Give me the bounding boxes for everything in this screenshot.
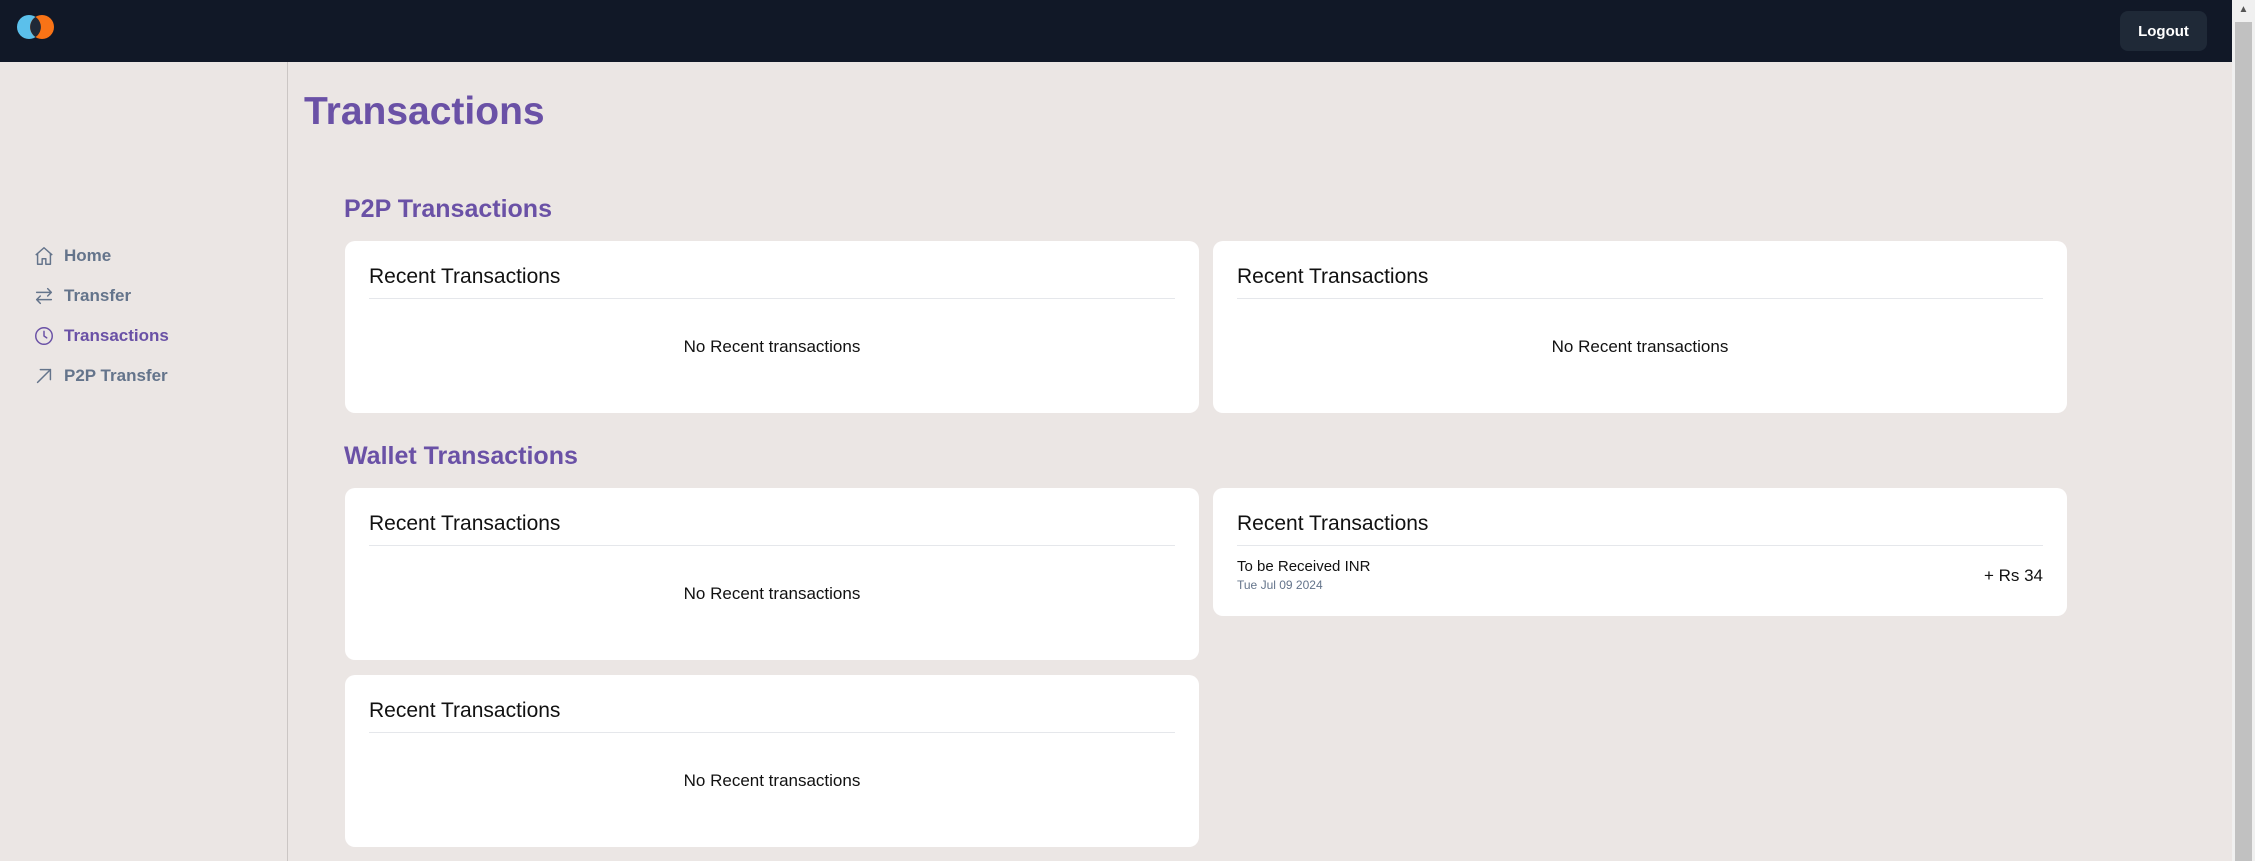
empty-message: No Recent transactions: [683, 771, 861, 790]
p2p-transactions-card: Recent Transactions No Recent transactio…: [1213, 241, 2067, 413]
logout-button[interactable]: Logout: [2120, 11, 2207, 51]
wallet-transactions-card: Recent Transactions No Recent transactio…: [345, 675, 1199, 847]
transfer-icon: [35, 287, 53, 305]
section-title-wallet: Wallet Transactions: [344, 442, 578, 470]
sidebar-item-transactions[interactable]: Transactions: [33, 324, 169, 348]
empty-message: No Recent transactions: [683, 584, 861, 603]
logo-icon[interactable]: [16, 14, 56, 40]
transaction-date: Tue Jul 09 2024: [1237, 578, 1323, 592]
sidebar-item-transfer[interactable]: Transfer: [33, 284, 131, 308]
card-title: Recent Transactions: [369, 512, 1175, 546]
sidebar-item-label: Transfer: [64, 286, 132, 305]
empty-message: No Recent transactions: [1551, 337, 1729, 356]
sidebar: Home Transfer Transactions P2P Transfer: [0, 62, 288, 861]
wallet-transactions-card: Recent Transactions To be Received INR T…: [1213, 488, 2067, 616]
transaction-label: To be Received INR: [1237, 558, 1371, 575]
card-title: Recent Transactions: [369, 265, 1175, 299]
sidebar-item-label: Home: [64, 246, 112, 265]
sidebar-item-home[interactable]: Home: [33, 244, 111, 268]
top-bar: Logout: [0, 0, 2232, 62]
p2p-transactions-card: Recent Transactions No Recent transactio…: [345, 241, 1199, 413]
arrow-up-right-icon: [36, 368, 52, 384]
section-title-p2p: P2P Transactions: [344, 195, 552, 223]
card-title: Recent Transactions: [369, 699, 1175, 733]
transaction-amount: + Rs 34: [1983, 566, 2043, 585]
home-icon: [35, 247, 53, 265]
scrollbar-thumb[interactable]: [2235, 22, 2252, 861]
scrollbar[interactable]: ▲: [2232, 0, 2255, 861]
empty-message: No Recent transactions: [683, 337, 861, 356]
sidebar-item-label: P2P Transfer: [64, 366, 168, 385]
sidebar-item-p2p-transfer[interactable]: P2P Transfer: [33, 364, 168, 388]
page-title: Transactions: [304, 90, 545, 133]
transaction-row: To be Received INR Tue Jul 09 2024 + Rs …: [1237, 558, 2043, 592]
wallet-transactions-card: Recent Transactions No Recent transactio…: [345, 488, 1199, 660]
sidebar-item-label: Transactions: [64, 326, 169, 345]
scroll-up-arrow-icon[interactable]: ▲: [2232, 0, 2255, 20]
card-title: Recent Transactions: [1237, 512, 2043, 546]
card-title: Recent Transactions: [1237, 265, 2043, 299]
clock-icon: [35, 327, 53, 345]
